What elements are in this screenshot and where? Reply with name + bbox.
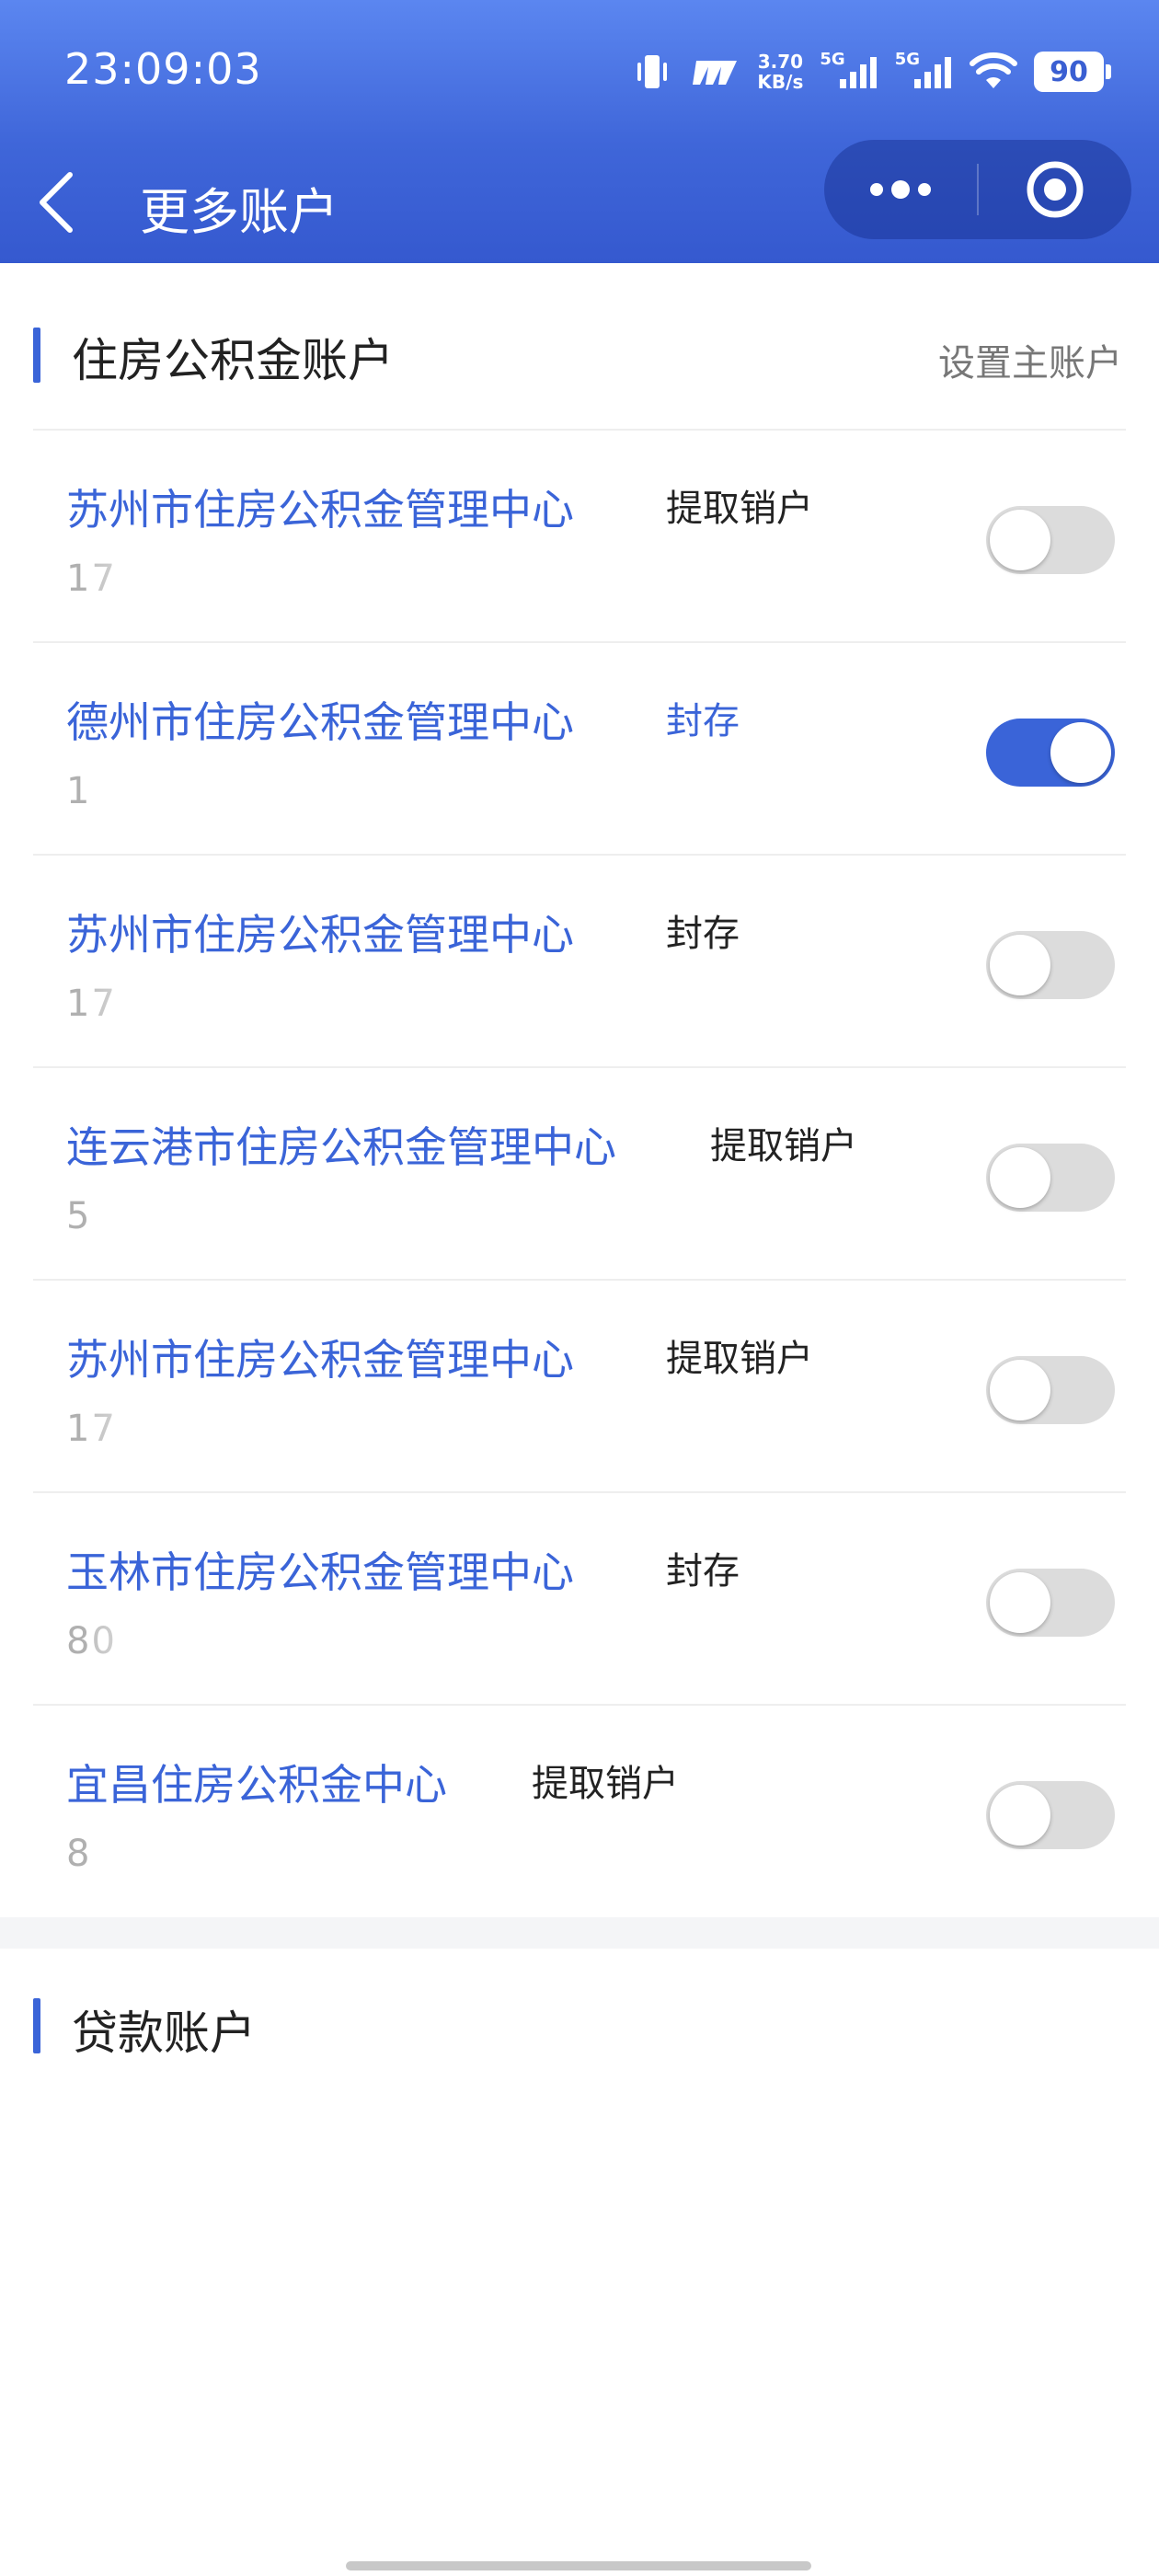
account-status: 封存 [666, 700, 740, 742]
set-primary-account-button[interactable]: 设置主账户 [938, 333, 1122, 386]
account-status: 提取销户 [666, 1338, 813, 1380]
section-accent-bar [33, 328, 40, 383]
fund-section-header: 住房公积金账户 设置主账户 [0, 305, 1159, 407]
wifi-icon [970, 52, 1017, 92]
primary-account-toggle[interactable] [986, 1781, 1115, 1849]
number-mask [88, 543, 475, 616]
account-row[interactable]: 德州市住房公积金管理中心 封存 1 [33, 641, 1126, 854]
account-status: 提取销户 [710, 1125, 857, 1167]
toggle-knob [990, 1785, 1050, 1846]
more-dots-icon [870, 180, 931, 199]
speed-unit: KB/s [757, 71, 804, 93]
primary-account-toggle[interactable] [986, 506, 1115, 574]
header: 23:09:03 3.70 KB/s 5G 5G 90 更多账户 [0, 0, 1159, 263]
vibrate-icon [632, 52, 672, 92]
account-center-name: 苏州市住房公积金管理中心 [66, 1335, 574, 1385]
account-row[interactable]: 宜昌住房公积金中心 提取销户 8 [33, 1704, 1126, 1916]
primary-account-toggle[interactable] [986, 1356, 1115, 1424]
back-button[interactable] [26, 166, 90, 239]
account-center-name: 苏州市住房公积金管理中心 [66, 485, 574, 535]
loan-section-header: 贷款账户 [0, 1976, 1159, 2077]
status-bar: 23:09:03 3.70 KB/s 5G 5G 90 [0, 0, 1159, 138]
network-type-2: 5G [894, 49, 920, 69]
nav-bar: 更多账户 [0, 138, 1159, 263]
home-indicator[interactable] [346, 2561, 811, 2570]
account-row[interactable]: 玉林市住房公积金管理中心 封存 80 [33, 1491, 1126, 1704]
primary-account-toggle[interactable] [986, 931, 1115, 999]
page-title: 更多账户 [140, 183, 339, 241]
primary-account-toggle[interactable] [986, 719, 1115, 787]
signal-icon: 5G [894, 49, 953, 90]
toggle-knob [990, 1572, 1050, 1633]
toggle-knob [1050, 722, 1111, 783]
status-time: 23:09:03 [64, 44, 262, 94]
fund-section-title: 住房公积金账户 [72, 334, 394, 387]
speed-value: 3.70 [757, 51, 804, 73]
section-accent-bar [33, 1998, 40, 2053]
status-icons: 3.70 KB/s 5G 5G 90 [632, 44, 1111, 99]
account-row[interactable]: 苏州市住房公积金管理中心 封存 17 [33, 854, 1126, 1066]
toggle-knob [990, 935, 1050, 995]
account-center-name: 宜昌住房公积金中心 [66, 1760, 447, 1810]
loan-section-title: 贷款账户 [72, 2007, 256, 2060]
primary-account-toggle[interactable] [986, 1569, 1115, 1637]
network-speed: 3.70 KB/s [757, 52, 803, 92]
toggle-knob [990, 1360, 1050, 1420]
mini-program-capsule [824, 140, 1131, 239]
number-mask [88, 968, 475, 1041]
more-button[interactable] [824, 140, 977, 239]
number-mask [88, 1605, 475, 1679]
number-mask [88, 755, 475, 829]
chevron-left-icon [40, 172, 73, 233]
account-center-name: 连云港市住房公积金管理中心 [66, 1122, 616, 1172]
close-mini-program-button[interactable] [979, 140, 1131, 239]
section-separator [0, 1917, 1159, 1949]
primary-account-toggle[interactable] [986, 1144, 1115, 1212]
account-row[interactable]: 苏州市住房公积金管理中心 提取销户 17 [33, 1279, 1126, 1491]
account-center-name: 德州市住房公积金管理中心 [66, 697, 574, 747]
account-status: 封存 [666, 1550, 740, 1593]
account-row[interactable]: 连云港市住房公积金管理中心 提取销户 5 [33, 1066, 1126, 1279]
account-status: 提取销户 [666, 488, 813, 530]
number-mask [88, 1180, 475, 1254]
carrier-icon [689, 53, 740, 90]
battery-icon: 90 [1034, 52, 1111, 92]
signal-icon: 5G [820, 49, 878, 90]
number-mask [88, 1393, 475, 1466]
network-type-1: 5G [820, 49, 845, 69]
number-mask [88, 1818, 475, 1892]
target-icon [1027, 161, 1084, 218]
account-status: 提取销户 [532, 1763, 679, 1805]
account-row[interactable]: 苏州市住房公积金管理中心 提取销户 17 [33, 429, 1126, 641]
toggle-knob [990, 510, 1050, 570]
account-center-name: 苏州市住房公积金管理中心 [66, 910, 574, 960]
account-status: 封存 [666, 913, 740, 955]
account-center-name: 玉林市住房公积金管理中心 [66, 1547, 574, 1597]
toggle-knob [990, 1147, 1050, 1208]
